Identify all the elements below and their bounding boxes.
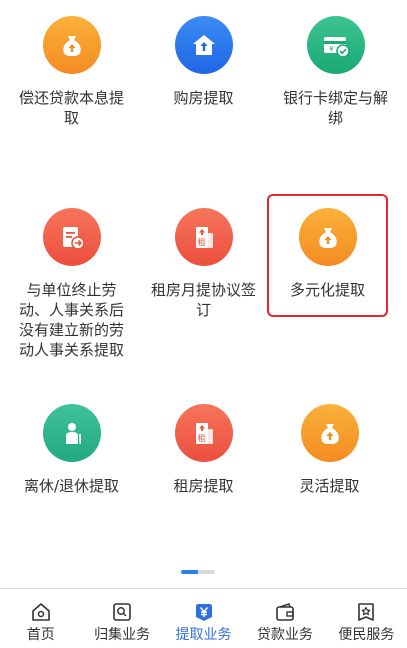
grid-item-label: 租房提取 [173,477,234,495]
svg-text:¥: ¥ [329,45,334,53]
house-icon [174,16,233,74]
tab-home[interactable]: 首页 [0,589,81,648]
tab-label: 首页 [26,627,55,643]
tab-loan[interactable]: 贷款业务 [244,589,325,648]
document-arrow-icon [42,208,101,266]
rent-building-icon: 租 [174,208,233,266]
grid-item-flexible[interactable]: 灵活提取 [262,404,397,496]
money-bag-icon [42,16,101,74]
tab-withdrawal[interactable]: 提取业务 [163,589,244,648]
grid-item-rent-agreement[interactable]: 租 租房月提协议签订 [136,208,271,320]
grid-item-label: 购房提取 [173,89,234,107]
wallet-icon [276,603,294,621]
tab-label: 贷款业务 [256,627,313,643]
grid-item-label: 偿还贷款本息提取 [18,89,124,127]
page-indicator [181,570,215,574]
grid-item-bank-card[interactable]: ¥ 银行卡绑定与解绑 [268,16,403,128]
tab-collection[interactable]: 归集业务 [81,589,162,648]
grid-item-label: 与单位终止劳动、人事关系后没有建立新的劳动人事关系提取 [18,281,124,359]
selection-highlight [267,194,388,317]
grid-item-retirement[interactable]: 离休/退休提取 [4,404,139,496]
grid-item-label: 银行卡绑定与解绑 [282,89,388,127]
elderly-person-icon [42,404,101,462]
grid-item-rent[interactable]: 租 租房提取 [136,404,271,496]
bank-card-icon: ¥ [306,16,365,74]
yuan-icon [195,604,212,621]
tab-services[interactable]: 便民服务 [326,589,407,648]
tab-label: 归集业务 [94,627,151,643]
tab-label: 提取业务 [175,627,232,643]
grid-item-loan-repayment[interactable]: 偿还贷款本息提取 [4,16,139,128]
svg-text:租: 租 [197,434,205,443]
grid-item-house-purchase[interactable]: 购房提取 [136,16,271,108]
money-bag-icon [300,404,359,462]
grid-item-terminate-labor[interactable]: 与单位终止劳动、人事关系后没有建立新的劳动人事关系提取 [4,208,139,360]
bottom-tab-bar: 首页 归集业务 提取业务 贷款业务 便民服务 [0,588,407,648]
grid-item-label: 租房月提协议签订 [150,281,256,319]
search-card-icon [113,603,131,621]
rent-building-icon: 租 [174,404,233,462]
page-indicator-active [181,570,198,574]
tab-label: 便民服务 [338,627,395,643]
page-indicator-dot [198,570,215,574]
grid-item-label: 离休/退休提取 [23,477,120,495]
star-badge-icon [358,603,375,621]
svg-text:租: 租 [197,238,205,247]
grid-item-label: 灵活提取 [299,477,360,495]
home-icon [31,603,50,621]
